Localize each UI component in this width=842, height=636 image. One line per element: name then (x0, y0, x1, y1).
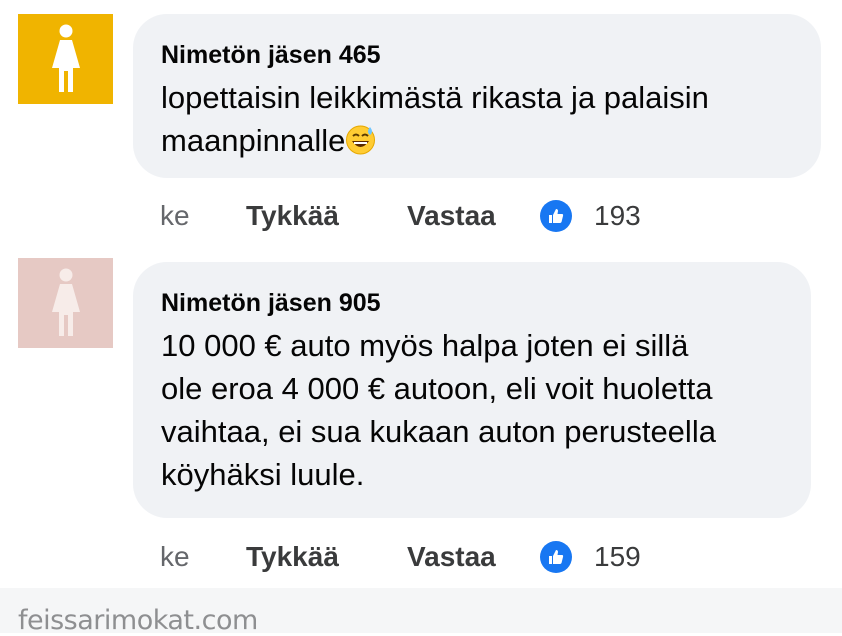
comment-bubble: Nimetön jäsen 465 lopettaisin leikkimäst… (133, 14, 821, 178)
watermark-bar: feissarimokat.com (0, 588, 842, 636)
like-button[interactable]: Tykkää (246, 541, 407, 573)
comment-line: ole eroa 4 000 € autoon, eli voit huolet… (161, 371, 713, 406)
comment-actions: ke Tykkää Vastaa 193 (160, 196, 641, 236)
comment-line: köyhäksi luule. (161, 457, 365, 492)
thumbs-up-icon[interactable] (540, 541, 572, 573)
sweat-smile-emoji-icon (345, 123, 376, 155)
avatar[interactable] (18, 258, 113, 348)
like-button[interactable]: Tykkää (246, 200, 407, 232)
comment-line: maanpinnalle (161, 123, 346, 158)
comment-line: vaihtaa, ei sua kukaan auton perusteella (161, 414, 716, 449)
comment-time[interactable]: ke (160, 541, 246, 573)
comment-text: 10 000 € auto myös halpa joten ei sillä … (161, 324, 777, 496)
like-count: 159 (594, 541, 641, 572)
female-user-icon (51, 24, 80, 92)
thumbs-up-icon[interactable] (540, 200, 572, 232)
comment-time[interactable]: ke (160, 200, 246, 232)
avatar[interactable] (18, 14, 113, 104)
like-count: 193 (594, 200, 641, 231)
comment-line: lopettaisin leikkimästä rikasta ja palai… (161, 80, 709, 115)
comment-text: lopettaisin leikkimästä rikasta ja palai… (161, 76, 787, 162)
comment-bubble: Nimetön jäsen 905 10 000 € auto myös hal… (133, 262, 811, 518)
comment-author[interactable]: Nimetön jäsen 905 (161, 288, 777, 318)
comment-actions: ke Tykkää Vastaa 159 (160, 537, 641, 577)
comment-line: 10 000 € auto myös halpa joten ei sillä (161, 328, 689, 363)
female-user-icon (51, 268, 80, 336)
watermark-text: feissarimokat.com (18, 605, 258, 636)
comment-author[interactable]: Nimetön jäsen 465 (161, 40, 787, 70)
reply-button[interactable]: Vastaa (407, 200, 540, 232)
reply-button[interactable]: Vastaa (407, 541, 540, 573)
